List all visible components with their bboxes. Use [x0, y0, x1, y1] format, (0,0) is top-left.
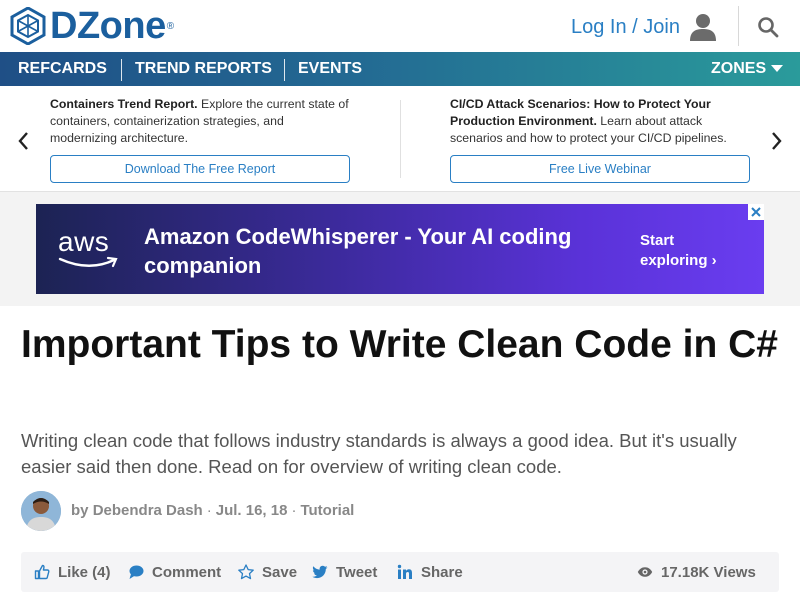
- like-button[interactable]: Like (4): [34, 552, 111, 592]
- download-report-button[interactable]: Download The Free Report: [50, 155, 350, 183]
- save-button[interactable]: Save: [238, 552, 297, 592]
- linkedin-share-button[interactable]: Share: [397, 552, 463, 592]
- category-link[interactable]: Tutorial: [300, 502, 354, 519]
- close-icon[interactable]: [748, 204, 764, 220]
- share-label: Share: [421, 563, 463, 581]
- nav-separator: [121, 59, 122, 81]
- thumbs-up-icon: [34, 564, 50, 580]
- article-title: Important Tips to Write Clean Code in C#: [21, 323, 778, 366]
- nav-trend-reports[interactable]: TREND REPORTS: [135, 52, 272, 86]
- views-label: 17.18K Views: [661, 563, 756, 581]
- main-nav: REFCARDS TREND REPORTS EVENTS ZONES: [0, 52, 800, 86]
- ad-cta-line: Start: [640, 232, 675, 249]
- carousel-prev-icon[interactable]: [16, 130, 30, 152]
- ad-cta-line: exploring ›: [640, 252, 717, 269]
- nav-refcards[interactable]: REFCARDS: [18, 52, 107, 86]
- search-icon[interactable]: [757, 16, 779, 38]
- article-subtitle: Writing clean code that follows industry…: [21, 430, 737, 477]
- eye-icon: [637, 567, 653, 577]
- aws-logo: aws: [58, 226, 110, 257]
- byline-prefix: by: [71, 502, 89, 519]
- promo-item: Containers Trend Report. Explore the cur…: [50, 96, 350, 147]
- dzone-logo[interactable]: DZone ®: [10, 7, 174, 45]
- ad-cta[interactable]: Start exploring ›: [640, 231, 717, 271]
- tweet-label: Tweet: [336, 563, 378, 581]
- byline-separator: ·: [206, 502, 212, 519]
- nav-separator: [284, 59, 285, 81]
- article-date: Jul. 16, 18: [215, 502, 288, 519]
- views-count: 17.18K Views: [637, 552, 756, 592]
- comment-button[interactable]: Comment: [128, 552, 221, 592]
- zones-label: ZONES: [711, 60, 767, 77]
- save-label: Save: [262, 563, 298, 581]
- login-join-link[interactable]: Log In / Join: [571, 16, 680, 39]
- linkedin-icon: [397, 564, 412, 579]
- ad-headline: Amazon CodeWhisperer - Your AI coding co…: [144, 224, 572, 278]
- aws-smile-icon: [58, 256, 118, 268]
- promo-title[interactable]: Containers Trend Report.: [50, 97, 198, 111]
- avatar-image: [21, 491, 61, 531]
- byline-separator: ·: [291, 502, 297, 519]
- zones-dropdown[interactable]: ZONES: [711, 52, 784, 86]
- site-header: DZone ® Log In / Join: [0, 0, 800, 52]
- carousel-next-icon[interactable]: [770, 130, 784, 152]
- chevron-down-icon: [771, 65, 784, 73]
- twitter-icon: [312, 565, 328, 579]
- like-label: Like (4): [58, 563, 111, 581]
- promo-item: CI/CD Attack Scenarios: How to Protect Y…: [450, 96, 750, 147]
- header-divider: [738, 6, 739, 46]
- article-action-bar: Like (4) Comment Save Tweet Share 17.18K…: [21, 552, 779, 592]
- logo-registered-mark: ®: [166, 20, 175, 32]
- promo-description: Containers Trend Report. Explore the cur…: [50, 97, 349, 145]
- author-avatar[interactable]: [21, 491, 61, 531]
- nav-events[interactable]: EVENTS: [298, 52, 362, 86]
- promo-divider: [400, 100, 401, 178]
- star-icon: [238, 564, 254, 580]
- promo-description: CI/CD Attack Scenarios: How to Protect Y…: [450, 97, 727, 145]
- user-icon[interactable]: [688, 12, 718, 42]
- article-byline: by Debendra Dash · Jul. 16, 18 · Tutorial: [71, 502, 354, 519]
- author-name-link[interactable]: Debendra Dash: [93, 502, 203, 519]
- advertisement-banner[interactable]: aws Amazon CodeWhisperer - Your AI codin…: [36, 204, 764, 294]
- comment-label: Comment: [152, 563, 222, 581]
- logo-text: DZone: [50, 5, 166, 47]
- tweet-button[interactable]: Tweet: [312, 552, 377, 592]
- live-webinar-button[interactable]: Free Live Webinar: [450, 155, 750, 183]
- dzone-logo-mark-icon: [10, 7, 46, 45]
- comment-icon: [129, 565, 144, 579]
